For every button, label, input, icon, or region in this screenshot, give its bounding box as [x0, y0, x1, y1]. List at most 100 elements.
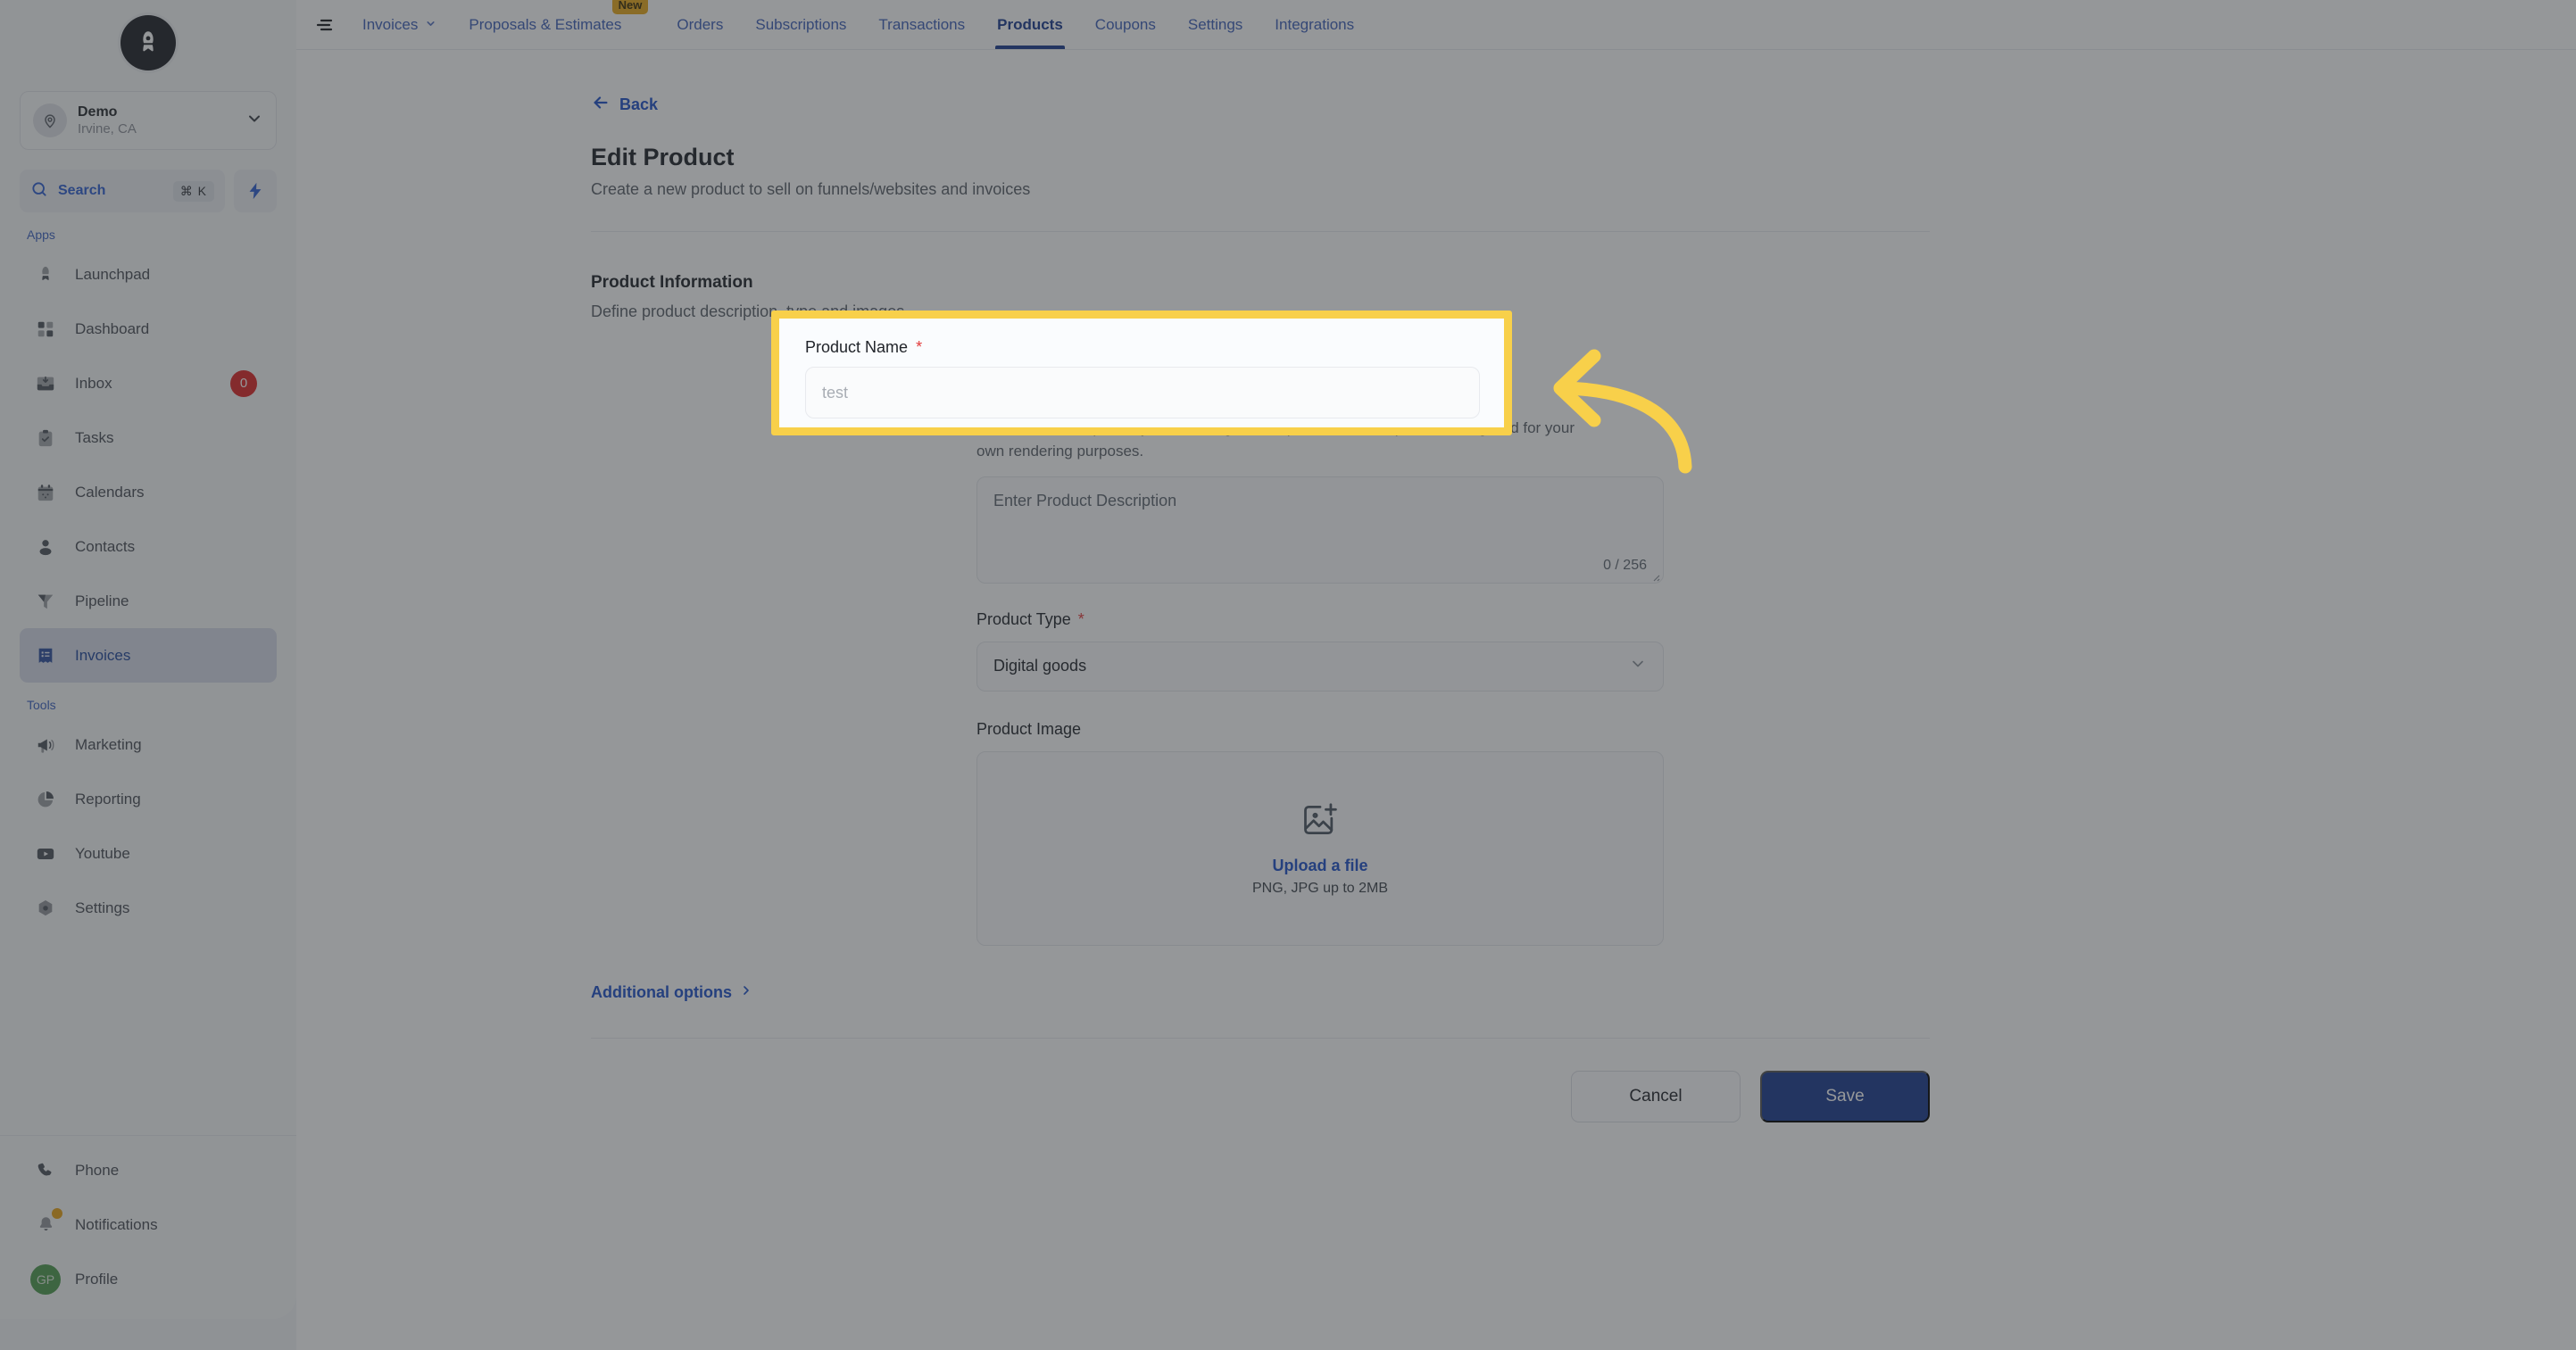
- sidebar-item-label: Reporting: [75, 790, 141, 808]
- nav-section-title-tools: Tools: [27, 698, 56, 712]
- sidebar-item-label: Calendars: [75, 483, 145, 501]
- product-type-select[interactable]: Digital goods: [976, 641, 1664, 692]
- sidebar-item-settings[interactable]: Settings: [20, 881, 277, 935]
- product-image-field-group: Product Image Upload a file PNG, JPG up …: [976, 720, 1691, 946]
- sidebar-item-label: Youtube: [75, 844, 130, 862]
- lightning-bolt-icon[interactable]: [234, 170, 277, 212]
- sidebar: Demo Irvine, CA Search ⌘ K Apps Launchpa…: [0, 0, 296, 1350]
- sidebar-item-youtube[interactable]: Youtube: [20, 826, 277, 881]
- divider-footer: [591, 1037, 1930, 1039]
- sidebar-item-label: Settings: [75, 899, 130, 916]
- additional-options-link[interactable]: Additional options: [591, 983, 753, 1002]
- nav-list-tools: Marketing Reporting Youtube Settings: [0, 717, 296, 935]
- tab-label: Coupons: [1094, 15, 1156, 33]
- sidebar-item-label: Notifications: [75, 1215, 158, 1233]
- tab-label: Integrations: [1275, 15, 1355, 33]
- required-asterisk: *: [1077, 609, 1084, 628]
- rocket-icon: [32, 261, 59, 288]
- hamburger-menu-icon[interactable]: [305, 0, 346, 49]
- sidebar-item-label: Invoices: [75, 646, 131, 664]
- sidebar-item-contacts[interactable]: Contacts: [20, 519, 277, 574]
- sidebar-item-label: Marketing: [75, 735, 142, 753]
- tab-label: Products: [997, 15, 1063, 33]
- search-input[interactable]: Search ⌘ K: [20, 170, 225, 212]
- tab-subscriptions[interactable]: Subscriptions: [739, 0, 862, 49]
- nav-list-apps: Launchpad Dashboard Inbox 0 Tasks Calend…: [0, 247, 296, 683]
- sidebar-item-label: Tasks: [75, 428, 114, 446]
- tab-transactions[interactable]: Transactions: [862, 0, 981, 49]
- tab-products[interactable]: Products: [981, 0, 1079, 49]
- product-description-textarea[interactable]: Enter Product Description 0 / 256: [976, 476, 1664, 584]
- nav-section-title-apps: Apps: [27, 228, 55, 242]
- product-description-placeholder: Enter Product Description: [993, 491, 1177, 509]
- pie-chart-icon: [32, 786, 59, 813]
- user-person-icon: [32, 534, 59, 560]
- chevron-down-icon: [1629, 655, 1647, 677]
- sidebar-item-profile[interactable]: GP Profile: [20, 1252, 277, 1306]
- section-meta: Product Information Define product descr…: [591, 273, 976, 946]
- tab-invoices[interactable]: Invoices: [346, 0, 453, 49]
- arrow-left-icon: [591, 93, 611, 117]
- sidebar-item-calendars[interactable]: Calendars: [20, 465, 277, 519]
- sidebar-item-pipeline[interactable]: Pipeline: [20, 574, 277, 628]
- sidebar-item-label: Dashboard: [75, 319, 150, 337]
- sidebar-item-notifications[interactable]: Notifications: [20, 1197, 277, 1252]
- youtube-play-icon: [32, 841, 59, 867]
- main-panel: Invoices Proposals & Estimates New Order…: [296, 0, 2576, 1350]
- cancel-button[interactable]: Cancel: [1571, 1070, 1741, 1122]
- tab-coupons[interactable]: Coupons: [1079, 0, 1172, 49]
- tab-label: Orders: [677, 15, 724, 33]
- inbox-tray-icon: [32, 370, 59, 397]
- resize-handle-icon[interactable]: [1649, 570, 1660, 582]
- sidebar-item-label: Profile: [75, 1270, 119, 1288]
- sidebar-item-phone[interactable]: Phone: [20, 1143, 277, 1197]
- product-image-dropzone[interactable]: Upload a file PNG, JPG up to 2MB: [976, 750, 1664, 946]
- location-sublabel: Irvine, CA: [78, 120, 137, 137]
- rocket-logo-icon[interactable]: [120, 15, 176, 70]
- location-switcher[interactable]: Demo Irvine, CA: [20, 91, 277, 150]
- tab-label: Transactions: [878, 15, 966, 33]
- location-text: Demo Irvine, CA: [78, 104, 235, 138]
- sidebar-item-reporting[interactable]: Reporting: [20, 772, 277, 826]
- tab-label: Invoices: [362, 15, 419, 33]
- tab-orders[interactable]: Orders: [661, 0, 739, 49]
- tab-settings[interactable]: Settings: [1172, 0, 1259, 49]
- invoice-receipt-icon: [32, 642, 59, 669]
- avatar-initials: GP: [30, 1263, 61, 1295]
- chevron-down-icon[interactable]: [245, 110, 263, 132]
- notification-dot: [52, 1208, 62, 1219]
- product-description-help: Use this field to optionally store a lon…: [976, 419, 1575, 460]
- sidebar-bottom: Phone Notifications GP Profile: [0, 1135, 296, 1319]
- sidebar-item-launchpad[interactable]: Launchpad: [20, 247, 277, 302]
- phone-icon: [32, 1157, 59, 1184]
- page-subtitle: Create a new product to sell on funnels/…: [591, 180, 1031, 198]
- sidebar-item-invoices[interactable]: Invoices: [20, 628, 277, 683]
- page-content: Back Edit Product Create a new product t…: [296, 50, 2576, 1350]
- save-button[interactable]: Save: [1760, 1070, 1930, 1122]
- sidebar-item-marketing[interactable]: Marketing: [20, 717, 277, 772]
- section-description: Define product description, type and ima…: [591, 302, 905, 320]
- location-name: Demo: [78, 104, 118, 120]
- additional-options-label: Additional options: [591, 982, 732, 1001]
- sidebar-item-inbox[interactable]: Inbox 0: [20, 356, 277, 410]
- gear-hex-icon: [32, 895, 59, 922]
- search-label: Search: [58, 183, 106, 198]
- product-type-value: Digital goods: [993, 657, 1087, 675]
- divider: [591, 231, 1930, 232]
- sidebar-item-dashboard[interactable]: Dashboard: [20, 302, 277, 356]
- inbox-unread-badge: 0: [230, 369, 257, 397]
- app-root: Demo Irvine, CA Search ⌘ K Apps Launchpa…: [0, 0, 2576, 1350]
- product-information-section: Product Information Define product descr…: [591, 273, 1930, 946]
- product-type-label: Product Type *: [976, 610, 1084, 628]
- grid-squares-icon: [32, 316, 59, 343]
- tab-label: Proposals & Estimates: [469, 15, 622, 33]
- back-link[interactable]: Back: [591, 93, 658, 117]
- upload-note: PNG, JPG up to 2MB: [1251, 880, 1389, 896]
- sidebar-item-tasks[interactable]: Tasks: [20, 410, 277, 465]
- upload-a-file-link[interactable]: Upload a file: [1272, 857, 1367, 875]
- tab-integrations[interactable]: Integrations: [1259, 0, 1370, 49]
- tab-proposals-estimates[interactable]: Proposals & Estimates New: [453, 0, 649, 49]
- sidebar-search-row: Search ⌘ K: [20, 170, 277, 212]
- invoices-tab-list: Invoices Proposals & Estimates New Order…: [346, 0, 1370, 49]
